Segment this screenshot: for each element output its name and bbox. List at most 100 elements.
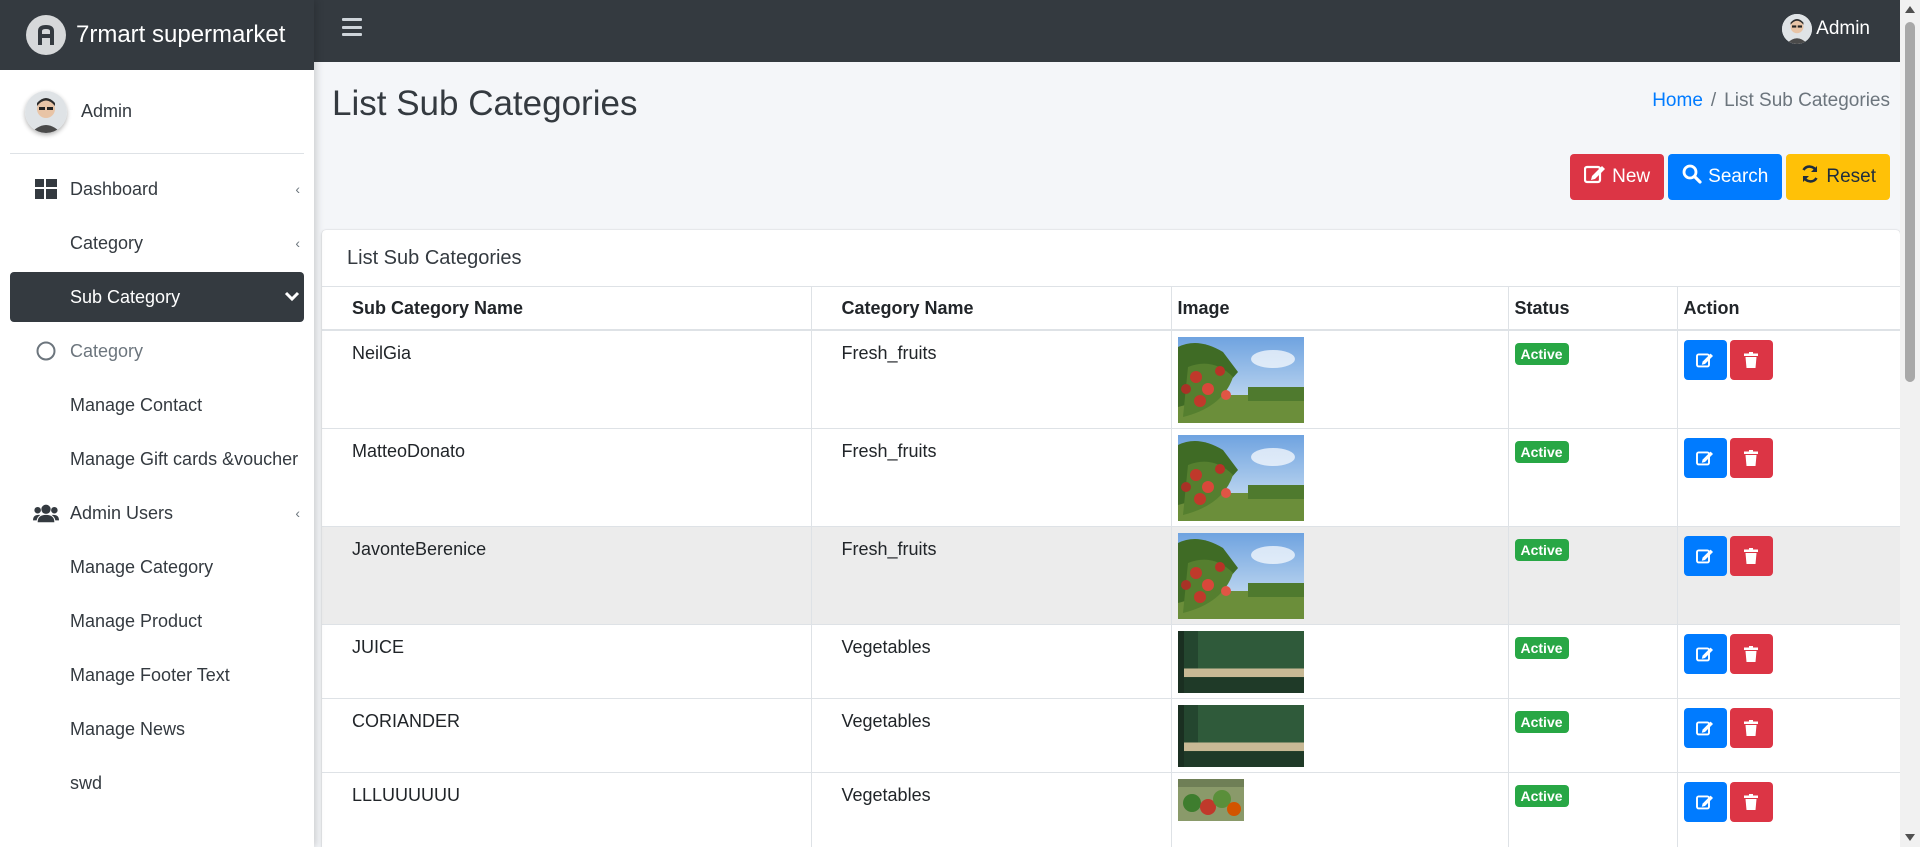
subcategory-name-cell: CORIANDER — [322, 697, 812, 772]
sidebar-item-manage-category[interactable]: Manage Category — [10, 542, 304, 592]
edit-icon — [1696, 720, 1713, 735]
top-user-avatar — [1782, 14, 1813, 44]
chevron-left-icon: ‹ — [295, 505, 300, 521]
edit-button[interactable] — [1683, 781, 1727, 822]
category-name-cell: Fresh_fruits — [811, 427, 1172, 526]
column-header: Sub Category Name — [322, 287, 812, 331]
scroll-up-arrow-icon[interactable] — [1905, 6, 1915, 13]
top-user-name: Admin — [1816, 18, 1870, 39]
dashboard-icon — [33, 178, 59, 200]
apple-tree-image — [1178, 435, 1304, 521]
column-header: Image — [1171, 287, 1509, 331]
sidebar-item-manage-news[interactable]: Manage News — [10, 704, 304, 754]
main-content: List Sub Categories Home / List Sub Catego… — [314, 62, 1900, 847]
top-user-menu[interactable]: Admin — [1782, 14, 1870, 44]
refresh-icon — [1800, 164, 1820, 190]
table-row: LLLUUUUUU Vegetables Active — [322, 771, 1900, 847]
search-button[interactable]: Search — [1668, 154, 1783, 200]
sidebar-item-manage-footer-text[interactable]: Manage Footer Text — [10, 650, 304, 700]
edit-button[interactable] — [1683, 707, 1727, 748]
card-title: List Sub Categories — [322, 230, 1900, 287]
reset-button[interactable]: Reset — [1786, 154, 1890, 200]
table-row: JUICE Vegetables Active — [322, 623, 1900, 698]
delete-button[interactable] — [1729, 437, 1773, 478]
trash-icon — [1744, 645, 1758, 662]
status-badge[interactable]: Active — [1514, 710, 1569, 733]
user-panel[interactable]: Admin — [10, 70, 304, 154]
category-name-cell: Fresh_fruits — [811, 525, 1172, 624]
sidebar-item-category[interactable]: Category ‹ — [10, 218, 304, 268]
sidebar-item-label: Manage Product — [70, 610, 203, 631]
sidebar-item-manage-contact[interactable]: Manage Contact — [10, 380, 304, 430]
breadcrumb-home-link[interactable]: Home — [1652, 90, 1703, 111]
edit-icon — [1696, 794, 1713, 809]
search-button-label: Search — [1708, 166, 1769, 187]
status-badge[interactable]: Active — [1514, 636, 1569, 659]
sidebar-item-swd[interactable]: swd — [10, 758, 304, 808]
edit-icon — [1696, 548, 1713, 563]
delete-button[interactable] — [1729, 781, 1773, 822]
sidebar-item-manage-product[interactable]: Manage Product — [10, 596, 304, 646]
subcategory-name-cell: JUICE — [322, 623, 812, 698]
action-cell — [1677, 427, 1900, 526]
breadcrumb-separator: / — [1710, 90, 1717, 111]
sidebar-item-gift-cards[interactable]: Manage Gift cards &voucher — [10, 434, 304, 484]
category-name-cell: Vegetables — [811, 771, 1172, 847]
sidebar-item-admin-users[interactable]: Admin Users ‹ — [10, 488, 304, 538]
category-name-cell: Vegetables — [811, 697, 1172, 772]
image-cell — [1171, 427, 1509, 526]
sidebar-subitem-category[interactable]: Category — [10, 326, 304, 376]
action-cell — [1677, 329, 1900, 428]
subcategory-name-cell: MatteoDonato — [322, 427, 812, 526]
table-header-row: Sub Category Name Category Name Image St… — [322, 287, 1900, 331]
table-row: MatteoDonato Fresh_fruits Active — [322, 427, 1900, 526]
apple-tree-image — [1178, 533, 1304, 619]
delete-button[interactable] — [1729, 707, 1773, 748]
sidebar-item-label: Dashboard — [70, 178, 159, 199]
status-badge[interactable]: Active — [1514, 538, 1569, 561]
menu-toggle-icon[interactable] — [342, 18, 362, 36]
sidebar-item-label: Manage Contact — [70, 394, 203, 415]
edit-button[interactable] — [1683, 535, 1727, 576]
category-name-cell: Vegetables — [811, 623, 1172, 698]
trash-icon — [1744, 793, 1758, 810]
sidebar-item-sub-category[interactable]: Sub Category — [10, 272, 304, 322]
brand-link[interactable]: 7rmart supermarket — [0, 0, 314, 70]
scrollbar-thumb[interactable] — [1905, 22, 1915, 382]
new-button[interactable]: New — [1570, 154, 1665, 200]
edit-button[interactable] — [1683, 633, 1727, 674]
sidebar-item-dashboard[interactable]: Dashboard ‹ — [10, 164, 304, 214]
vegetables-image — [1178, 779, 1244, 821]
status-cell: Active — [1508, 525, 1678, 624]
status-badge[interactable]: Active — [1514, 343, 1569, 365]
users-icon — [33, 502, 59, 524]
table-row: CORIANDER Vegetables Active — [322, 697, 1900, 772]
column-header: Status — [1508, 287, 1678, 331]
edit-button[interactable] — [1683, 437, 1727, 478]
trash-icon — [1744, 719, 1758, 736]
page-title: List Sub Categories — [332, 84, 638, 123]
reset-button-label: Reset — [1826, 166, 1876, 187]
sidebar-item-label: Manage Gift cards &voucher — [70, 448, 299, 469]
image-cell — [1171, 329, 1509, 428]
column-header: Action — [1677, 287, 1900, 331]
status-cell: Active — [1508, 427, 1678, 526]
status-badge[interactable]: Active — [1514, 440, 1569, 463]
sidebar-item-label: swd — [70, 772, 103, 793]
edit-icon — [1584, 164, 1606, 190]
delete-button[interactable] — [1729, 535, 1773, 576]
status-badge[interactable]: Active — [1514, 784, 1569, 807]
brand-name: 7rmart supermarket — [76, 21, 286, 48]
green-wall-image — [1178, 631, 1304, 693]
status-cell: Active — [1508, 771, 1678, 847]
status-cell: Active — [1508, 697, 1678, 772]
chevron-left-icon: ‹ — [295, 235, 300, 251]
sidebar-item-label: Category — [70, 232, 144, 253]
delete-button[interactable] — [1729, 340, 1773, 380]
scroll-down-arrow-icon[interactable] — [1905, 834, 1915, 841]
delete-button[interactable] — [1729, 633, 1773, 674]
edit-button[interactable] — [1683, 340, 1727, 380]
page-scrollbar[interactable] — [1900, 0, 1920, 847]
edit-icon — [1696, 450, 1713, 465]
subcategory-name-cell: JavonteBerenice — [322, 525, 812, 624]
